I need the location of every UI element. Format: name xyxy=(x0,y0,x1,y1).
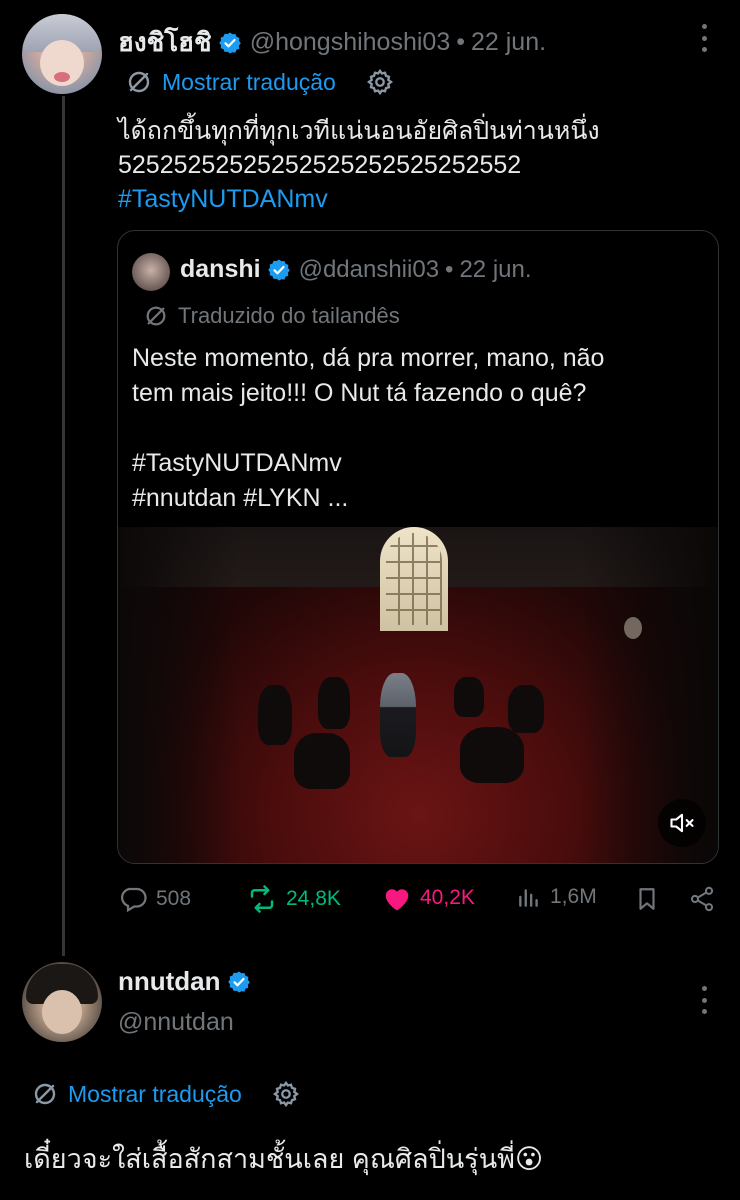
emoji: 😮 xyxy=(514,1144,544,1174)
video-frame-dancer xyxy=(508,685,544,733)
quoted-header: danshi @ddanshii03 • 22 jun. xyxy=(180,255,532,284)
avatar[interactable] xyxy=(22,14,102,94)
handle[interactable]: @nnutdan xyxy=(118,1008,234,1037)
tweet-text: ได้ถกขึ้นทุกที่ทุกเวทีแน่นอนอัยศิลปิ่นท่… xyxy=(118,114,600,216)
reply-icon xyxy=(121,887,147,913)
repost-button[interactable]: 24,8K xyxy=(246,884,341,914)
quoted-timestamp[interactable]: 22 jun. xyxy=(459,256,531,284)
translated-label: Traduzido do tailandês xyxy=(178,303,400,328)
separator: • xyxy=(456,28,465,56)
translate-row: Mostrar tradução xyxy=(32,1080,300,1108)
show-translation-link[interactable]: Mostrar tradução xyxy=(68,1081,242,1108)
translated-label-row: Traduzido do tailandês xyxy=(144,303,400,329)
video-player[interactable] xyxy=(118,527,718,863)
avatar[interactable] xyxy=(22,962,102,1042)
mute-icon xyxy=(670,813,694,833)
translate-icon xyxy=(146,306,166,326)
quoted-avatar[interactable] xyxy=(132,253,170,291)
translate-icon xyxy=(128,71,150,93)
share-button[interactable] xyxy=(688,884,716,914)
reply-button[interactable]: 508 xyxy=(118,884,191,914)
video-frame-dancer xyxy=(454,677,484,717)
video-frame-dancer xyxy=(294,733,350,789)
repost-count: 24,8K xyxy=(286,887,341,910)
quoted-hashtag-line: #nnutdan #LYKN ... xyxy=(132,484,349,512)
display-name[interactable]: nnutdan xyxy=(118,966,221,997)
views-count: 1,6M xyxy=(550,885,597,908)
hashtag-link[interactable]: #TastyNUTDANmv xyxy=(118,182,600,216)
video-frame-dancer xyxy=(258,685,292,745)
tweet-header: nnutdan xyxy=(118,966,251,997)
video-frame-dancer xyxy=(460,727,524,783)
views-icon xyxy=(519,889,538,907)
handle[interactable]: @hongshihoshi03 xyxy=(250,28,451,57)
tweet-header: ฮงชิโฮชิ @hongshihoshi03 • 22 jun. xyxy=(118,22,546,63)
views-button[interactable]: 1,6M xyxy=(516,884,597,910)
quoted-text: Neste momento, dá pra morrer, mano, não t… xyxy=(132,341,604,516)
gear-icon[interactable] xyxy=(366,68,394,96)
quoted-handle[interactable]: @ddanshii03 xyxy=(299,256,439,284)
show-translation-link[interactable]: Mostrar tradução xyxy=(162,69,336,96)
timestamp[interactable]: 22 jun. xyxy=(471,28,546,57)
like-count: 40,2K xyxy=(420,886,475,909)
share-icon xyxy=(690,886,714,912)
thread-connector-line xyxy=(62,96,65,956)
video-frame-dancer xyxy=(318,677,350,729)
video-frame-lamp xyxy=(624,617,642,639)
quoted-hashtag-line: #TastyNUTDANmv xyxy=(132,449,342,477)
video-frame-dancer xyxy=(380,673,416,757)
like-button[interactable]: 40,2K xyxy=(382,884,475,912)
tweet-text-line: ได้ถกขึ้นทุกที่ทุกเวทีแน่นอนอัยศิลปิ่นท่… xyxy=(118,117,600,145)
verified-badge-icon xyxy=(218,32,241,53)
tweet-text-body: เดี๋ยวจะใส่เสื้อสักสามชั้นเลย คุณศิลปิ่น… xyxy=(24,1144,515,1174)
bookmark-button[interactable] xyxy=(634,884,660,914)
tweet-text-line: 52525252525252525252525252552 xyxy=(118,151,522,179)
gear-icon[interactable] xyxy=(272,1080,300,1108)
more-icon[interactable] xyxy=(699,986,709,1014)
translate-icon xyxy=(34,1083,56,1105)
video-frame-wall xyxy=(118,527,238,863)
reply-count: 508 xyxy=(156,887,192,910)
separator: • xyxy=(445,255,454,283)
repost-icon xyxy=(250,885,274,913)
video-frame-window xyxy=(380,527,448,631)
mute-button[interactable] xyxy=(658,799,706,847)
more-icon[interactable] xyxy=(699,24,709,52)
bookmark-icon xyxy=(639,888,655,910)
quoted-display-name[interactable]: danshi xyxy=(180,255,261,284)
display-name[interactable]: ฮงชิโฮชิ xyxy=(118,22,212,63)
quoted-tweet-card[interactable]: danshi @ddanshii03 • 22 jun. Traduzido d… xyxy=(117,230,719,864)
verified-badge-icon xyxy=(267,259,290,280)
quoted-text-line: tem mais jeito!!! O Nut tá fazendo o quê… xyxy=(132,379,587,407)
translate-row: Mostrar tradução xyxy=(126,68,394,96)
tweet-text: เดี๋ยวจะใส่เสื้อสักสามชั้นเลย คุณศิลปิ่น… xyxy=(24,1142,543,1176)
quoted-text-line: Neste momento, dá pra morrer, mano, não xyxy=(132,344,605,372)
verified-badge-icon xyxy=(227,971,250,992)
like-icon xyxy=(385,889,409,911)
